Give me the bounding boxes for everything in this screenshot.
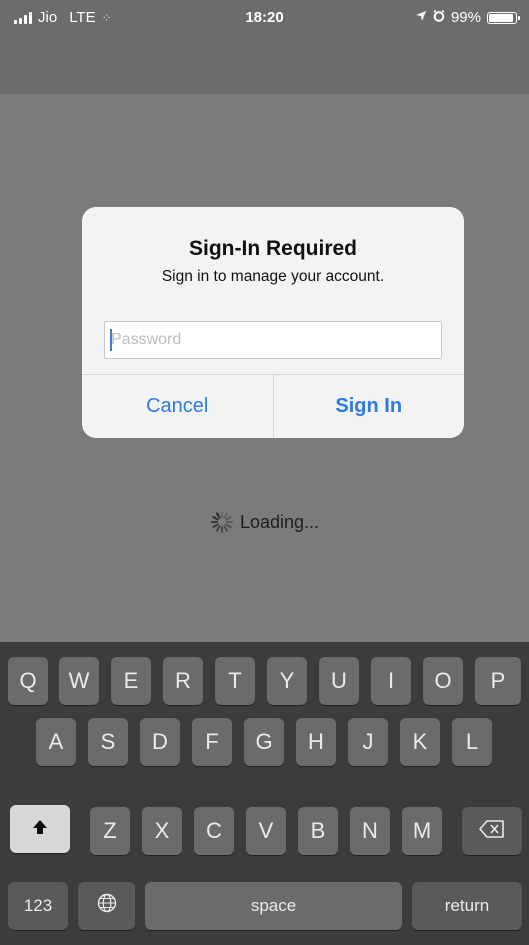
key-h[interactable]: H: [296, 718, 336, 766]
key-i[interactable]: I: [371, 657, 411, 705]
key-m[interactable]: M: [402, 807, 442, 855]
spinner-spoke: [220, 526, 223, 533]
activity-spinner-icon: [210, 510, 234, 534]
key-v[interactable]: V: [246, 807, 286, 855]
status-bar: Jio LTE ⁘ 18:20 99%: [0, 0, 529, 36]
key-z[interactable]: Z: [90, 807, 130, 855]
battery-fill: [489, 13, 513, 22]
key-b[interactable]: B: [298, 807, 338, 855]
globe-icon: [97, 893, 117, 919]
cancel-button[interactable]: Cancel: [82, 375, 274, 438]
password-field[interactable]: [104, 321, 442, 359]
loading-indicator: Loading...: [0, 510, 529, 534]
backspace-icon: [479, 818, 505, 844]
key-s[interactable]: S: [88, 718, 128, 766]
key-f[interactable]: F: [192, 718, 232, 766]
return-key[interactable]: return: [412, 882, 522, 930]
spinner-spoke: [225, 521, 233, 523]
keyboard-row-3: Z X C V B N M: [0, 805, 529, 855]
key-n[interactable]: N: [350, 807, 390, 855]
shift-key[interactable]: [10, 805, 70, 853]
globe-key[interactable]: [78, 882, 135, 930]
key-p[interactable]: P: [475, 657, 521, 705]
key-a[interactable]: A: [36, 718, 76, 766]
numbers-key[interactable]: 123: [8, 882, 68, 930]
key-l[interactable]: L: [452, 718, 492, 766]
alert-title: Sign-In Required: [189, 237, 357, 260]
keyboard: Q W E R T Y U I O P A S D F G H J K L Z …: [0, 642, 529, 945]
location-arrow-icon: [415, 9, 427, 26]
key-c[interactable]: C: [194, 807, 234, 855]
key-r[interactable]: R: [163, 657, 203, 705]
status-right: 99%: [415, 9, 520, 26]
key-d[interactable]: D: [140, 718, 180, 766]
alert-message: Sign in to manage your account.: [161, 268, 385, 285]
keyboard-row-4: 123 space return: [0, 882, 529, 930]
key-g[interactable]: G: [244, 718, 284, 766]
delete-key[interactable]: [462, 807, 522, 855]
keyboard-row-1: Q W E R T Y U I O P: [0, 657, 529, 705]
key-q[interactable]: Q: [8, 657, 48, 705]
navigation-bar: [0, 36, 529, 94]
alert-buttons: Cancel Sign In: [82, 374, 464, 438]
key-j[interactable]: J: [348, 718, 388, 766]
key-x[interactable]: X: [142, 807, 182, 855]
key-t[interactable]: T: [215, 657, 255, 705]
keyboard-row-2: A S D F G H J K L: [0, 718, 529, 766]
key-k[interactable]: K: [400, 718, 440, 766]
sign-in-button[interactable]: Sign In: [274, 375, 465, 438]
shift-arrow-icon: [31, 816, 49, 842]
key-y[interactable]: Y: [267, 657, 307, 705]
sign-in-alert: Sign-In Required Sign in to manage your …: [82, 207, 464, 438]
key-o[interactable]: O: [423, 657, 463, 705]
key-u[interactable]: U: [319, 657, 359, 705]
battery-icon: [487, 11, 520, 24]
key-w[interactable]: W: [59, 657, 99, 705]
battery-percent: 99%: [450, 9, 481, 26]
alarm-icon: [433, 9, 445, 26]
text-cursor: [110, 329, 112, 351]
loading-label: Loading...: [239, 511, 320, 532]
space-key[interactable]: space: [145, 882, 402, 930]
key-e[interactable]: E: [111, 657, 151, 705]
spinner-spoke: [210, 521, 218, 523]
